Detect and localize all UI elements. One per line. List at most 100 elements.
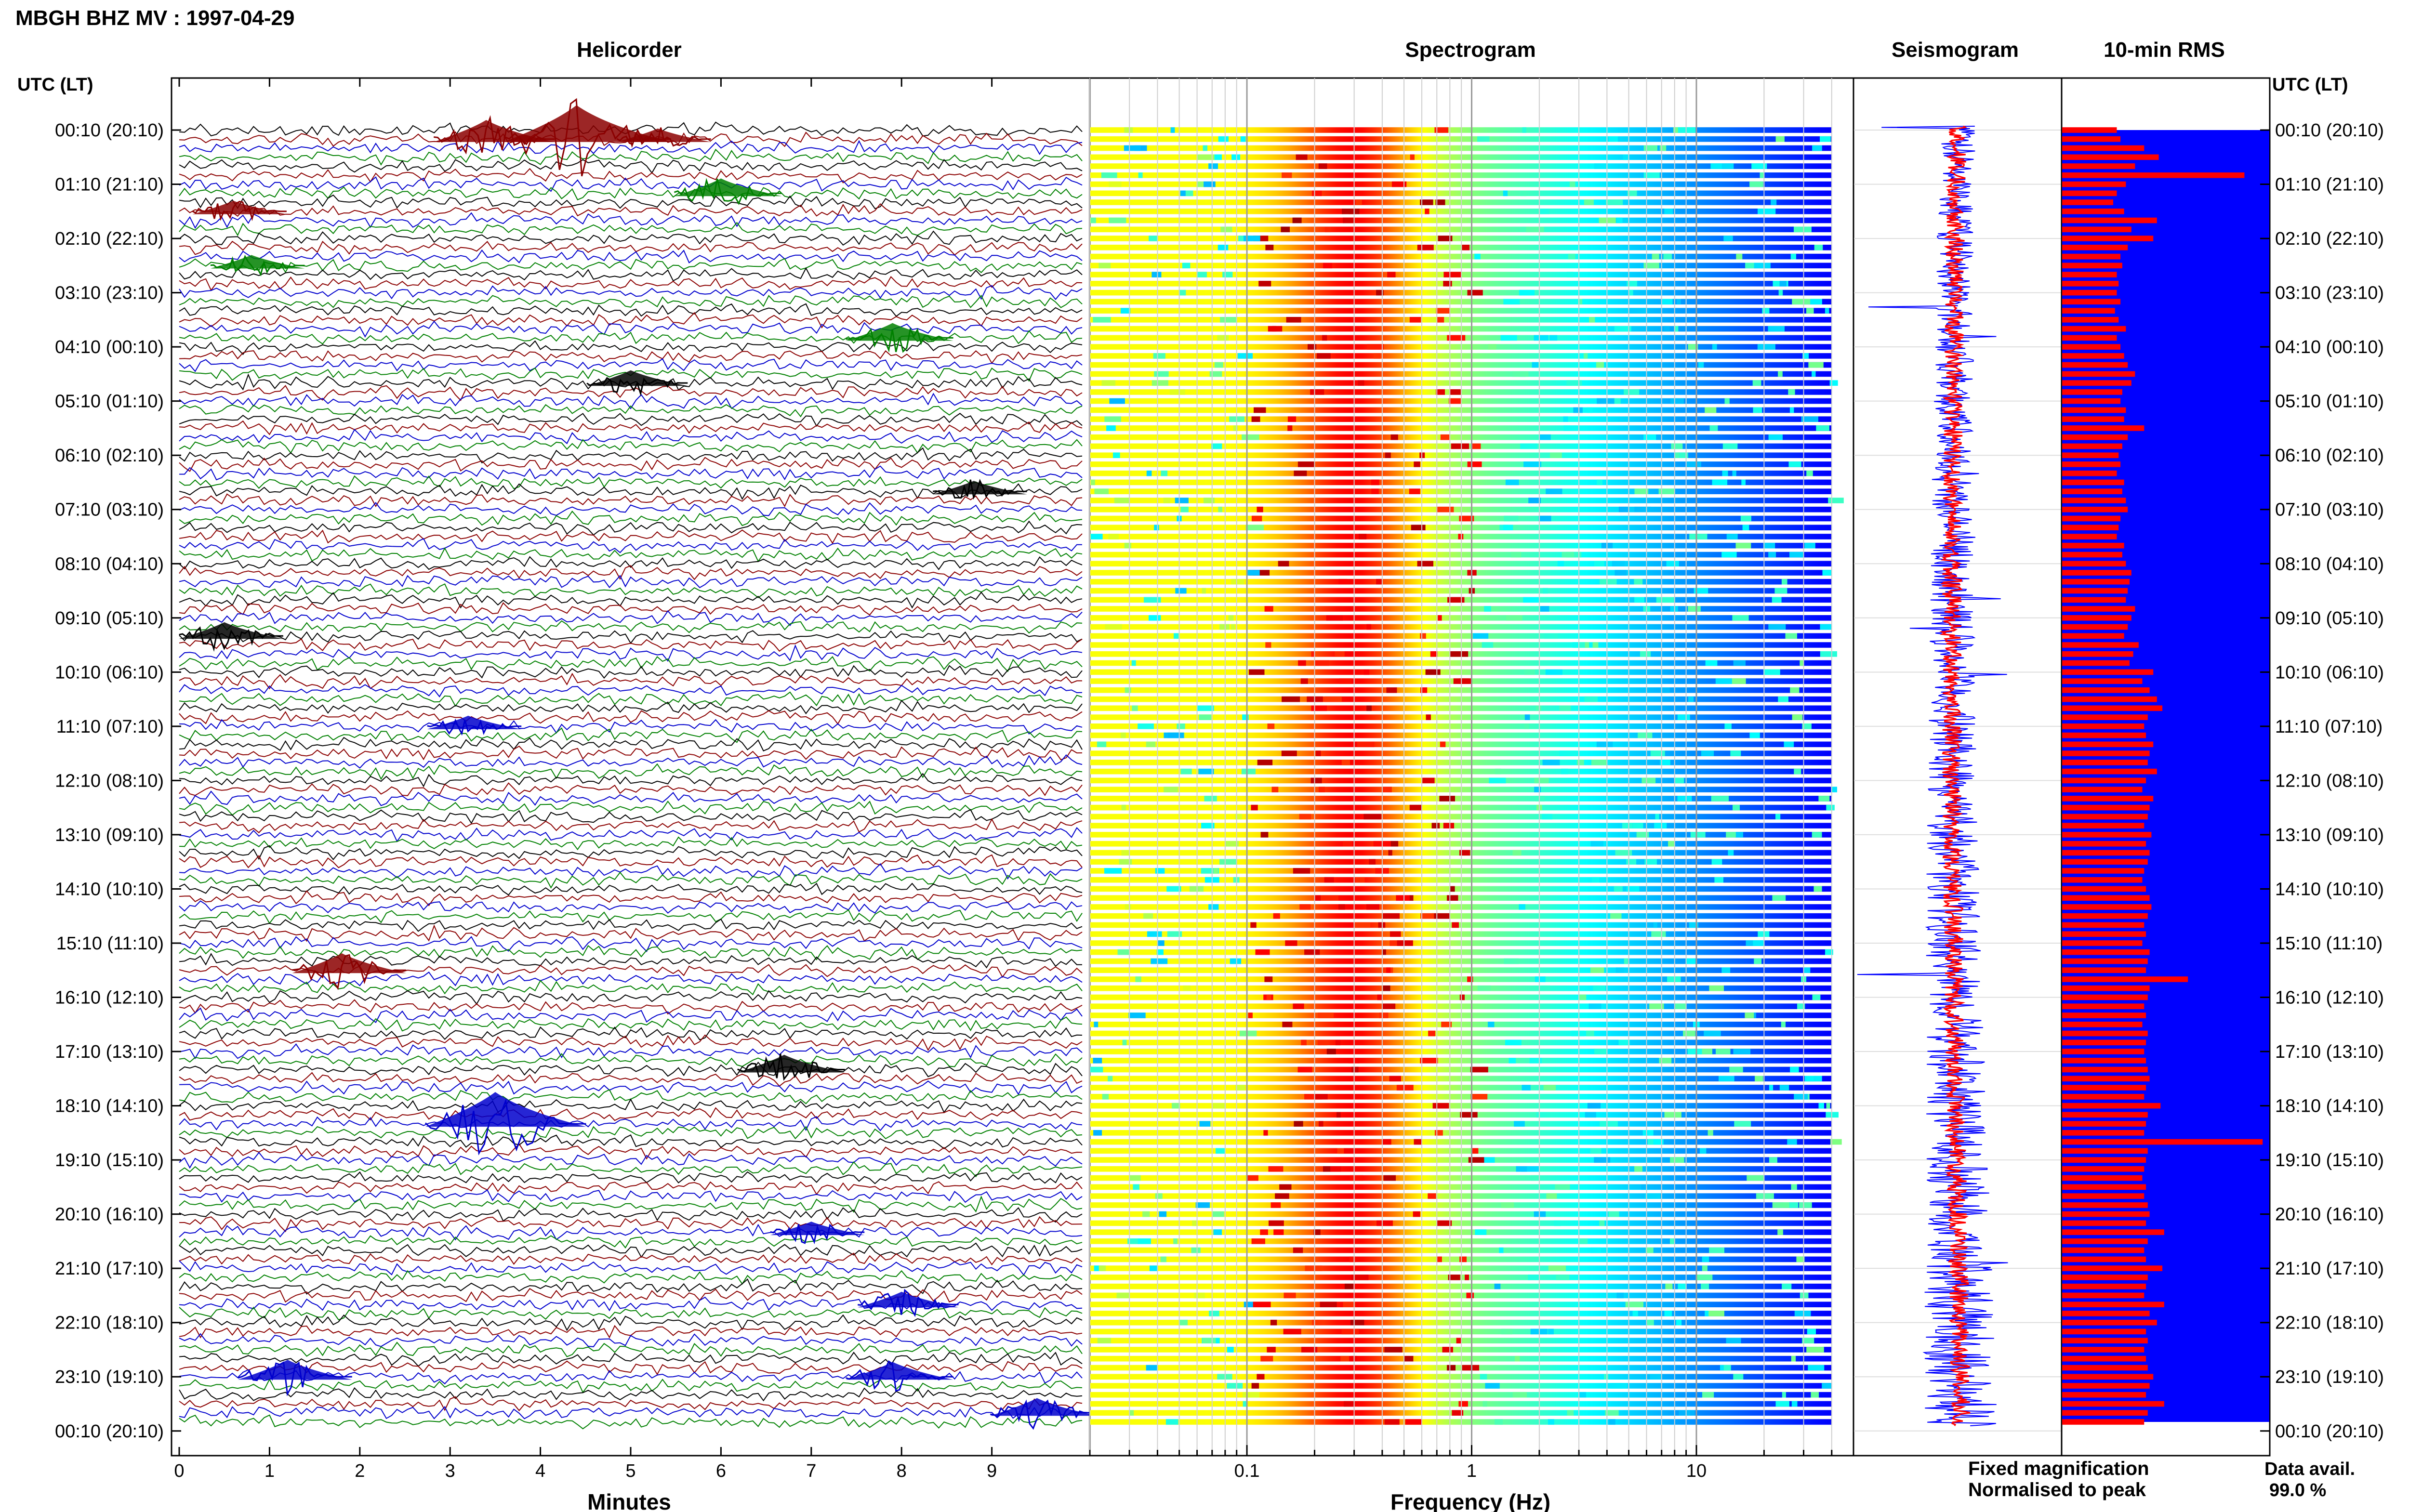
spectrogram-speckle — [1465, 1275, 1469, 1280]
spectrogram-speckle — [1343, 841, 1352, 847]
spectrogram-speckle — [1282, 1022, 1293, 1027]
spectrogram-speckle — [1273, 1229, 1284, 1235]
spectrogram-row — [1090, 1283, 1832, 1289]
spectrogram-row — [1090, 1265, 1832, 1271]
time-axis-header-right: UTC (LT) — [2272, 75, 2348, 95]
rms-y-tick-label: 04:10 (00:10) — [2275, 337, 2384, 357]
spectrogram-speckle — [1519, 289, 1535, 296]
spectrogram-speckle — [1287, 416, 1297, 422]
spectrogram-row — [1090, 958, 1832, 964]
spectrogram-row — [1090, 281, 1832, 287]
helicorder-y-tick-label: 05:10 (01:10) — [55, 392, 164, 412]
spectrogram-speckle — [1343, 1302, 1356, 1307]
rms-bar — [2062, 371, 2135, 377]
rms-bar — [2062, 768, 2157, 775]
rms-bar — [2062, 425, 2144, 431]
spectrogram-speckle — [1733, 804, 1740, 811]
spectrogram-speckle — [1634, 597, 1644, 603]
spectrogram-speckle — [1539, 434, 1551, 440]
spectrogram-speckle — [1470, 1066, 1488, 1073]
spectrogram-speckle — [1138, 172, 1143, 178]
spectrogram-speckle — [1774, 588, 1787, 594]
spectrogram-speckle — [1729, 1066, 1743, 1073]
spectrogram-speckle — [1192, 1220, 1198, 1226]
spectrogram-speckle — [1363, 814, 1381, 820]
helicorder-y-tick-label: 02:10 (22:10) — [55, 229, 164, 249]
spectrogram-speckle — [1350, 1175, 1363, 1181]
spectrogram-speckle — [1230, 958, 1242, 964]
spectrogram-speckle — [1420, 913, 1434, 919]
spectrogram-speckle — [1714, 877, 1723, 883]
spectrogram-speckle — [1267, 1347, 1276, 1353]
helicorder-y-tick-label: 15:10 (11:10) — [56, 933, 164, 954]
spectrogram-speckle — [1828, 498, 1844, 503]
spectrogram-speckle — [1734, 1121, 1751, 1127]
spectrogram-speckle — [1266, 994, 1271, 1000]
rms-bar — [2062, 1256, 2146, 1262]
spectrogram-speckle — [1257, 506, 1263, 513]
spectrogram-speckle — [1475, 1229, 1487, 1235]
spectrogram-speckle — [1794, 768, 1801, 775]
spectrogram-speckle — [1712, 344, 1717, 350]
spectrogram-speckle — [1159, 1211, 1167, 1217]
spectrogram-speckle — [1721, 163, 1734, 169]
spectrogram-speckle — [1251, 416, 1260, 422]
spectrogram-speckle — [1458, 534, 1464, 539]
spectrogram-row — [1090, 299, 1832, 305]
spectrogram-speckle — [1468, 1157, 1484, 1163]
spectrogram-speckle — [1768, 326, 1785, 332]
spectrogram-speckle — [1768, 434, 1783, 440]
spectrogram-speckle — [1723, 1365, 1731, 1371]
rms-bar — [2062, 470, 2117, 476]
spectrogram-speckle — [1652, 253, 1659, 260]
spectrogram-speckle — [1108, 534, 1119, 539]
spectrogram-speckle — [1319, 1121, 1324, 1127]
rms-bar — [2062, 823, 2144, 828]
spectrogram-speckle — [1213, 868, 1218, 874]
spectrogram-speckle — [1128, 1012, 1146, 1018]
spectrogram-speckle — [1287, 425, 1293, 431]
spectrogram-row — [1090, 542, 1832, 549]
spectrogram-speckle — [1300, 678, 1308, 684]
spectrogram-speckle — [1792, 714, 1803, 720]
seismogram-title: Seismogram — [1892, 38, 2019, 62]
spectrogram-speckle — [1378, 922, 1386, 928]
spectrogram-row — [1090, 1419, 1832, 1425]
spectrogram-speckle — [1381, 1139, 1391, 1145]
spectrogram-speckle — [1449, 886, 1455, 892]
spectrogram-speckle — [1482, 642, 1494, 648]
spectrogram-speckle — [1248, 669, 1265, 675]
spectrogram-speckle — [1586, 1030, 1594, 1037]
spectrogram-speckle — [1505, 479, 1519, 486]
spectrogram-speckle — [1800, 1292, 1809, 1299]
spectrogram-speckle — [1573, 407, 1583, 413]
spectrogram-speckle — [1514, 1121, 1525, 1127]
spectrogram-speckle — [1687, 1049, 1702, 1054]
spectrogram-speckle — [1503, 525, 1513, 530]
spectrogram-speckle — [1245, 525, 1264, 530]
spectrogram-speckle — [1625, 1302, 1643, 1307]
rms-bar — [2062, 289, 2117, 296]
spectrogram-row — [1090, 804, 1832, 811]
spectrogram-speckle — [1789, 407, 1794, 413]
spectrogram-speckle — [1782, 1283, 1792, 1289]
rms-y-tick-label: 17:10 (13:10) — [2275, 1042, 2384, 1062]
spectrogram-speckle — [1382, 787, 1392, 792]
spectrogram-row — [1090, 353, 1832, 359]
spectrogram-speckle — [1829, 380, 1838, 386]
spectrogram-speckle — [1585, 1112, 1596, 1118]
rms-bar — [2062, 1066, 2148, 1073]
spectrogram-speckle — [1243, 1401, 1247, 1407]
spectrogram-speckle — [1632, 823, 1643, 828]
spectrogram-speckle — [1167, 931, 1182, 937]
spectrogram-speckle — [1405, 1419, 1422, 1425]
spectrogram-speckle — [1304, 949, 1320, 955]
spectrogram-speckle — [1587, 407, 1593, 413]
spectrogram-speckle — [1350, 1319, 1364, 1326]
spectrogram-row — [1090, 209, 1832, 214]
spectrogram-row — [1090, 931, 1832, 937]
spectrogram-speckle — [1512, 1392, 1527, 1398]
spectrogram-row — [1090, 633, 1832, 639]
spectrogram-speckle — [1579, 1392, 1587, 1398]
spectrogram-speckle — [1431, 913, 1450, 919]
